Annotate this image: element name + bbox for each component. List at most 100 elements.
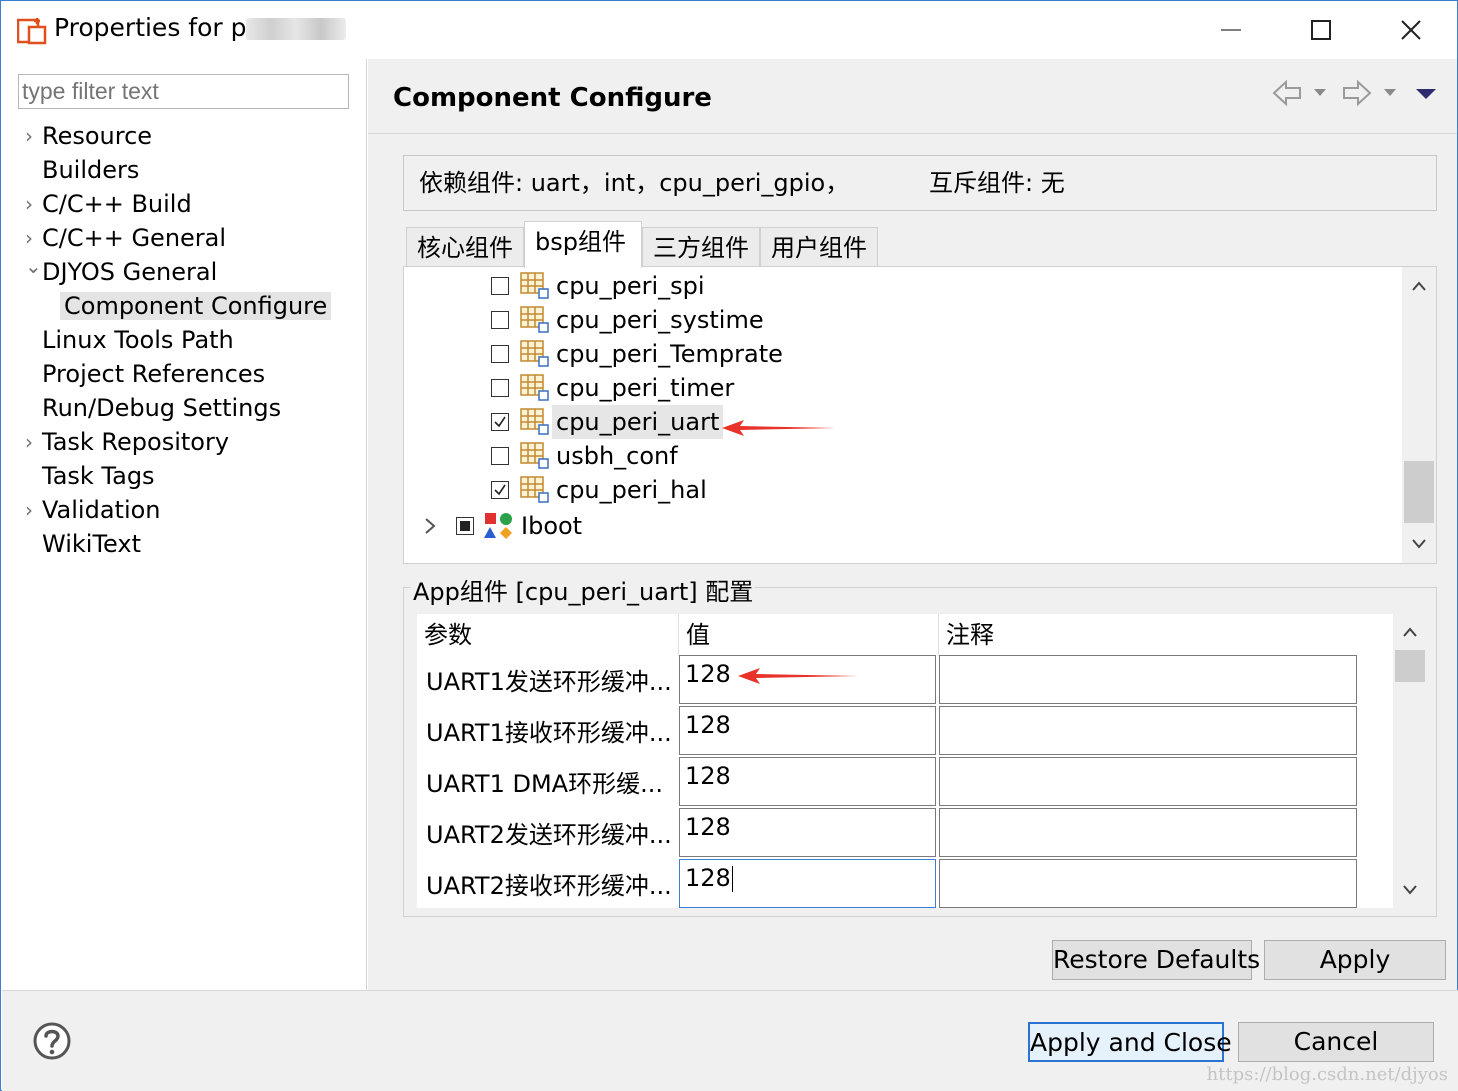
grid-icon [520, 476, 550, 504]
column-header-note[interactable]: 注释 [938, 614, 1358, 656]
config-note-field[interactable] [939, 808, 1357, 857]
config-param: UART1 DMA环形缓... [426, 770, 663, 798]
expand-arrow-icon[interactable] [424, 518, 436, 534]
component-checkbox[interactable] [491, 413, 509, 431]
forward-icon[interactable] [1340, 79, 1400, 107]
title-bar: Properties for p [1, 1, 1457, 59]
config-note-field[interactable] [939, 706, 1357, 755]
minimize-button[interactable] [1186, 1, 1276, 59]
nav-item[interactable]: Builders [42, 153, 139, 187]
shapes-icon [484, 513, 512, 539]
apply-button[interactable]: Apply [1264, 940, 1446, 980]
component-tree-scrollbar[interactable] [1402, 267, 1436, 563]
apply-and-close-button[interactable]: Apply and Close [1028, 1022, 1232, 1062]
nav-item[interactable]: › Validation [25, 493, 161, 527]
component-checkbox[interactable] [491, 277, 509, 295]
tab-user[interactable]: 用户组件 [760, 227, 878, 267]
minimize-icon [1221, 29, 1241, 31]
scroll-down-icon[interactable] [1411, 535, 1427, 554]
nav-item[interactable]: Project References [42, 357, 265, 391]
config-param: UART2发送环形缓冲... [426, 821, 672, 849]
config-note-field[interactable] [939, 757, 1357, 806]
component-checkbox[interactable] [491, 447, 509, 465]
navigation-pane: ›ResourceBuilders›C/C++ Build›C/C++ Gene… [2, 59, 367, 990]
config-row: UART1接收环形缓冲... 128 [417, 705, 1393, 756]
view-menu-icon[interactable] [1414, 79, 1438, 107]
nav-item[interactable]: › Task Repository [25, 425, 229, 459]
column-header-param[interactable]: 参数 [417, 614, 678, 656]
tab-core[interactable]: 核心组件 [406, 227, 524, 267]
component-row[interactable]: usbh_conf [404, 439, 1384, 473]
nav-item[interactable]: Component Configure [60, 289, 332, 323]
scroll-thumb[interactable] [1404, 461, 1434, 523]
component-row[interactable]: cpu_peri_spi [404, 269, 1384, 303]
scroll-down-icon[interactable] [1402, 884, 1418, 896]
component-checkbox[interactable] [491, 345, 509, 363]
component-checkbox[interactable] [491, 481, 509, 499]
component-checkbox[interactable] [491, 311, 509, 329]
nav-item[interactable]: Task Tags [42, 459, 155, 493]
component-label: cpu_peri_Temprate [556, 340, 783, 368]
chevron-right-icon[interactable]: › [25, 493, 33, 527]
chevron-right-icon[interactable]: › [25, 425, 33, 459]
scroll-up-icon[interactable] [1411, 277, 1427, 296]
nav-item-label: Component Configure [60, 292, 332, 320]
column-header-value[interactable]: 值 [678, 614, 938, 656]
back-icon[interactable] [1270, 79, 1330, 107]
config-table-scrollbar[interactable] [1393, 614, 1427, 908]
component-label: cpu_peri_timer [556, 374, 735, 402]
component-checkbox[interactable] [491, 379, 509, 397]
cancel-button[interactable]: Cancel [1238, 1022, 1434, 1062]
maximize-button[interactable] [1276, 1, 1366, 59]
nav-item[interactable]: WikiText [42, 527, 141, 561]
window-title: Properties for p [54, 13, 347, 42]
config-param: UART1发送环形缓冲... [426, 668, 672, 696]
restore-defaults-button[interactable]: Restore Defaults [1052, 940, 1260, 980]
config-table: 参数 值 注释 UART1发送环形缓冲... 128 UART1接收环形缓冲... 1… [417, 614, 1393, 908]
nav-item[interactable]: ⌄ DJYOS General [25, 254, 217, 289]
tab-label: bsp组件 [535, 228, 626, 256]
grid-icon [520, 408, 550, 436]
nav-item-label: Linux Tools Path [42, 326, 234, 354]
filter-input[interactable] [18, 74, 349, 109]
config-row: UART1 DMA环形缓... 128 [417, 756, 1393, 807]
properties-app-icon [17, 18, 47, 45]
page-header: Component Configure [368, 59, 1457, 134]
config-title: App组件 [cpu_peri_uart] 配置 [411, 572, 756, 607]
config-value-field[interactable]: 128 [679, 706, 936, 755]
config-value-field[interactable]: 128 [679, 808, 936, 857]
config-note-field[interactable] [939, 655, 1357, 704]
component-row[interactable]: cpu_peri_hal [404, 473, 1384, 507]
component-row[interactable]: cpu_peri_timer [404, 371, 1384, 405]
scroll-up-icon[interactable] [1402, 626, 1418, 638]
group-checkbox[interactable] [456, 517, 474, 535]
tab-label: 核心组件 [417, 234, 513, 262]
nav-item[interactable]: › C/C++ General [25, 221, 226, 255]
nav-item[interactable]: Run/Debug Settings [42, 391, 281, 425]
scroll-thumb[interactable] [1395, 650, 1425, 682]
nav-item[interactable]: Linux Tools Path [42, 323, 234, 357]
dependency-info: 依赖组件: uart，int，cpu_peri_gpio， 互斥组件: 无 [403, 155, 1437, 211]
help-icon[interactable] [32, 1021, 72, 1061]
group-row[interactable]: Iboot [404, 509, 1384, 543]
tab-third-party[interactable]: 三方组件 [642, 227, 760, 267]
window-title-text: Properties for p [54, 13, 247, 42]
tab-bsp[interactable]: bsp组件 [524, 221, 642, 268]
chevron-right-icon[interactable]: › [25, 187, 33, 221]
component-label: cpu_peri_uart [552, 405, 724, 439]
tab-label: 用户组件 [771, 234, 867, 262]
chevron-down-icon[interactable]: ⌄ [25, 249, 42, 283]
config-value-field[interactable]: 128 [679, 757, 936, 806]
close-button[interactable] [1366, 1, 1456, 59]
component-row[interactable]: cpu_peri_Temprate [404, 337, 1384, 371]
grid-icon [520, 442, 550, 470]
chevron-right-icon[interactable]: › [25, 119, 33, 153]
config-value-field[interactable]: 128 [679, 859, 936, 908]
component-row[interactable]: cpu_peri_uart [404, 405, 1384, 439]
component-row[interactable]: cpu_peri_systime [404, 303, 1384, 337]
nav-item[interactable]: › C/C++ Build [25, 187, 192, 221]
config-note-field[interactable] [939, 859, 1357, 908]
grid-icon [520, 374, 550, 402]
nav-item[interactable]: › Resource [25, 119, 152, 153]
component-label: cpu_peri_spi [556, 272, 705, 300]
